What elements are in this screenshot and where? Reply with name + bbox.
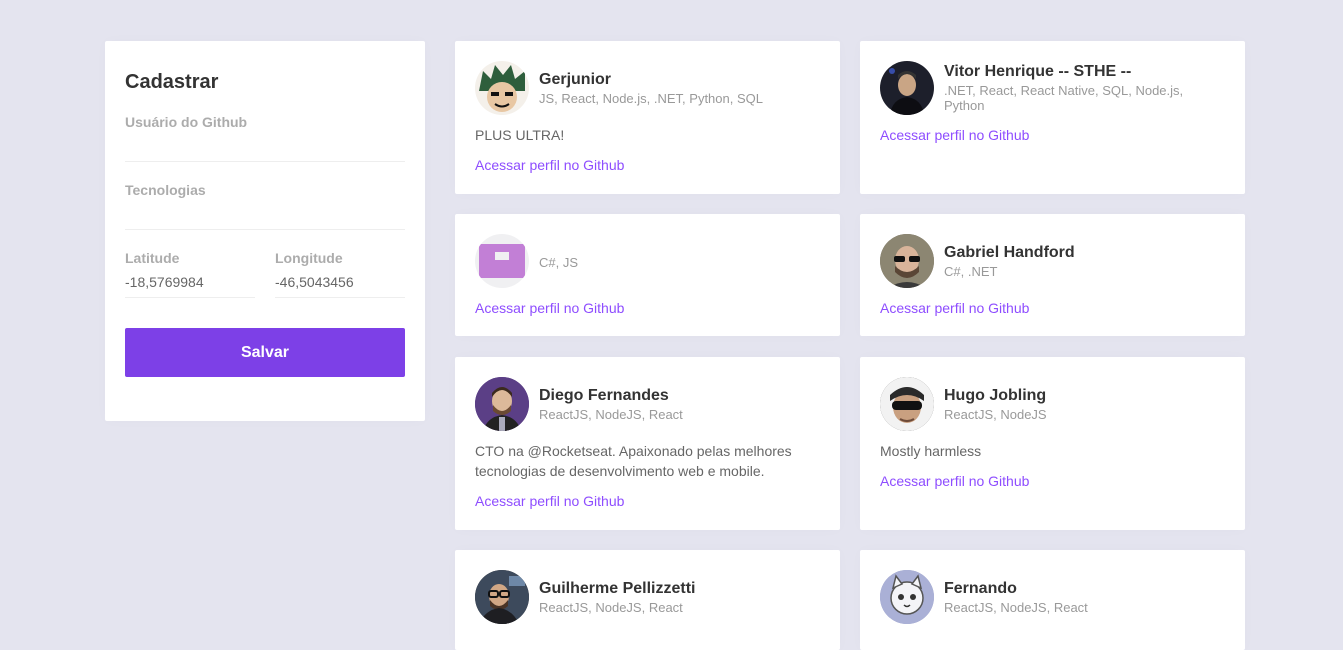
register-panel: Cadastrar Usuário do Github Tecnologias … bbox=[105, 41, 425, 421]
dev-card: Diego Fernandes ReactJS, NodeJS, React C… bbox=[455, 357, 840, 530]
dev-card-header: Vitor Henrique -- STHE -- .NET, React, R… bbox=[880, 61, 1225, 115]
user-name: Diego Fernandes bbox=[539, 386, 669, 404]
user-techs: ReactJS, NodeJS, React bbox=[539, 599, 683, 615]
dev-card-header: Guilherme Pellizzetti ReactJS, NodeJS, R… bbox=[475, 570, 820, 624]
user-info: Fernando ReactJS, NodeJS, React bbox=[944, 580, 1088, 615]
dev-card: Gabriel Handford C#, .NET Acessar perfil… bbox=[860, 214, 1245, 336]
user-info: C#, JS bbox=[539, 253, 578, 270]
user-info: Gerjunior JS, React, Node.js, .NET, Pyth… bbox=[539, 71, 763, 106]
user-techs: C#, JS bbox=[539, 254, 579, 270]
avatar bbox=[475, 377, 529, 431]
user-techs: C#, .NET bbox=[944, 263, 998, 279]
user-name: Fernando bbox=[944, 579, 1017, 597]
dev-card-header: Fernando ReactJS, NodeJS, React bbox=[880, 570, 1225, 624]
avatar bbox=[475, 570, 529, 624]
github-profile-link[interactable]: Acessar perfil no Github bbox=[880, 473, 1225, 489]
dev-card-header: Gabriel Handford C#, .NET bbox=[880, 234, 1225, 288]
user-techs: ReactJS, NodeJS bbox=[944, 406, 1047, 422]
longitude-field: Longitude bbox=[275, 250, 405, 298]
dev-card: Vitor Henrique -- STHE -- .NET, React, R… bbox=[860, 41, 1245, 194]
longitude-input[interactable] bbox=[275, 266, 405, 298]
user-info: Vitor Henrique -- STHE -- .NET, React, R… bbox=[944, 63, 1225, 113]
github-profile-link[interactable]: Acessar perfil no Github bbox=[475, 300, 820, 316]
github-profile-link[interactable]: Acessar perfil no Github bbox=[880, 127, 1225, 143]
dev-card: Hugo Jobling ReactJS, NodeJS Mostly harm… bbox=[860, 357, 1245, 530]
user-info: Hugo Jobling ReactJS, NodeJS bbox=[944, 387, 1047, 422]
dev-card-header: Diego Fernandes ReactJS, NodeJS, React bbox=[475, 377, 820, 431]
user-techs: ReactJS, NodeJS, React bbox=[944, 599, 1088, 615]
avatar bbox=[880, 377, 934, 431]
github-profile-link[interactable]: Acessar perfil no Github bbox=[880, 300, 1225, 316]
identicon-avatar bbox=[475, 234, 529, 288]
dev-card: Guilherme Pellizzetti ReactJS, NodeJS, R… bbox=[455, 550, 840, 650]
techs-label: Tecnologias bbox=[125, 182, 206, 198]
avatar bbox=[880, 234, 934, 288]
user-name: Guilherme Pellizzetti bbox=[539, 579, 696, 597]
latitude-field: Latitude bbox=[125, 250, 255, 298]
user-techs: .NET, React, React Native, SQL, Node.js,… bbox=[944, 83, 1184, 113]
dev-card: Fernando ReactJS, NodeJS, React bbox=[860, 550, 1245, 650]
github-username-label: Usuário do Github bbox=[125, 114, 248, 130]
github-profile-link[interactable]: Acessar perfil no Github bbox=[475, 157, 820, 173]
dev-card: Gerjunior JS, React, Node.js, .NET, Pyth… bbox=[455, 41, 840, 194]
techs-field: Tecnologias bbox=[125, 182, 405, 230]
save-button[interactable]: Salvar bbox=[125, 328, 405, 377]
dev-card-header: Gerjunior JS, React, Node.js, .NET, Pyth… bbox=[475, 61, 820, 115]
user-techs: ReactJS, NodeJS, React bbox=[539, 406, 683, 422]
user-bio: PLUS ULTRA! bbox=[475, 127, 565, 143]
user-name: Gabriel Handford bbox=[944, 243, 1075, 261]
coordinates-row: Latitude Longitude bbox=[125, 250, 405, 298]
avatar bbox=[880, 61, 934, 115]
dev-card-header: Hugo Jobling ReactJS, NodeJS bbox=[880, 377, 1225, 431]
user-bio: CTO na @Rocketseat. Apaixonado pelas mel… bbox=[475, 443, 792, 479]
form-title: Cadastrar bbox=[125, 71, 219, 93]
user-techs: JS, React, Node.js, .NET, Python, SQL bbox=[539, 90, 763, 106]
dev-card-header: C#, JS bbox=[475, 234, 820, 288]
github-profile-link[interactable]: Acessar perfil no Github bbox=[475, 493, 820, 509]
user-name: Gerjunior bbox=[539, 70, 612, 88]
latitude-label: Latitude bbox=[125, 250, 180, 266]
user-info: Diego Fernandes ReactJS, NodeJS, React bbox=[539, 387, 683, 422]
user-info: Gabriel Handford C#, .NET bbox=[944, 244, 1075, 279]
github-username-input[interactable] bbox=[125, 130, 405, 162]
latitude-input[interactable] bbox=[125, 266, 255, 298]
user-name: Hugo Jobling bbox=[944, 386, 1047, 404]
avatar bbox=[880, 570, 934, 624]
dev-card: C#, JS Acessar perfil no Github bbox=[455, 214, 840, 336]
user-name: Vitor Henrique -- STHE -- bbox=[944, 63, 1132, 80]
github-username-field: Usuário do Github bbox=[125, 114, 405, 162]
avatar bbox=[475, 61, 529, 115]
user-bio: Mostly harmless bbox=[880, 443, 982, 459]
techs-input[interactable] bbox=[125, 198, 405, 230]
longitude-label: Longitude bbox=[275, 250, 343, 266]
user-info: Guilherme Pellizzetti ReactJS, NodeJS, R… bbox=[539, 580, 695, 615]
